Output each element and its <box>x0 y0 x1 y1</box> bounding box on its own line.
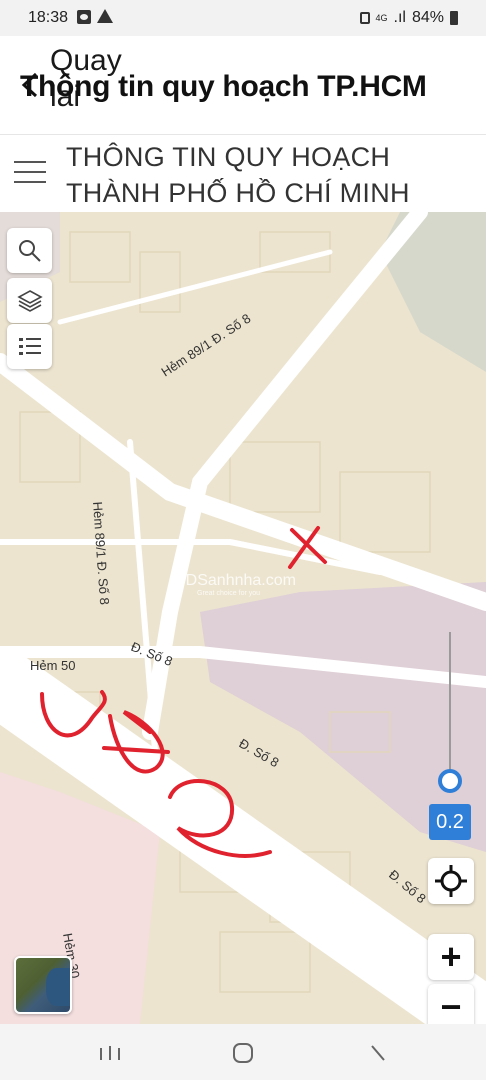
opacity-slider-track[interactable] <box>449 632 451 774</box>
search-button[interactable] <box>7 228 52 273</box>
signal-icon: .ıl <box>393 9 406 26</box>
lock-icon <box>359 12 370 24</box>
battery-icon <box>450 11 458 25</box>
locate-button[interactable] <box>428 858 474 904</box>
system-nav-bar <box>0 1024 486 1080</box>
home-icon[interactable] <box>229 1042 257 1064</box>
page-title: Thông tin quy hoạch TP.HCM <box>20 70 427 103</box>
clock: 18:38 <box>28 9 69 26</box>
zoom-in-button[interactable]: + <box>428 934 474 980</box>
opacity-value: 0.2 <box>429 804 471 840</box>
zoom-out-button[interactable]: − <box>428 984 474 1024</box>
watermark-text: BDSanhnha.com <box>175 572 296 589</box>
minus-icon: − <box>440 986 462 1025</box>
search-icon <box>18 239 41 262</box>
site-title: THÔNG TIN QUY HOẠCH THÀNH PHỐ HỒ CHÍ MIN… <box>66 139 410 211</box>
network-type: 4G <box>375 12 388 23</box>
sub-header: THÔNG TIN QUY HOẠCH THÀNH PHỐ HỒ CHÍ MIN… <box>0 134 486 213</box>
battery-percent: 84% <box>411 9 444 26</box>
crosshair-icon <box>435 865 467 897</box>
back-nav-icon[interactable] <box>364 1042 392 1064</box>
plus-icon: + <box>440 936 462 977</box>
map-view[interactable]: Hẻm 89/1 Đ. Số 8 Hẻm 89/1 Đ. Số 8 Hẻm 50… <box>0 212 486 1024</box>
app-header: Quay lai Thông tin quy hoạch TP.HCM <box>0 36 486 134</box>
status-bar: 18:38 4G .ıl 84% <box>0 0 486 36</box>
status-right: 4G .ıl 84% <box>359 9 458 27</box>
site-title-line1: THÔNG TIN QUY HOẠCH <box>66 142 391 172</box>
list-icon <box>18 337 41 355</box>
watermark-subtext: Great choice for you <box>197 590 261 597</box>
layers-button[interactable] <box>7 278 52 323</box>
map-canvas[interactable]: Hẻm 89/1 Đ. Số 8 Hẻm 89/1 Đ. Số 8 Hẻm 50… <box>0 212 486 1024</box>
recent-apps-icon[interactable] <box>96 1042 124 1064</box>
menu-icon[interactable] <box>14 161 46 185</box>
site-title-line2: THÀNH PHỐ HỒ CHÍ MINH <box>66 178 410 208</box>
photo-icon <box>77 10 91 24</box>
legend-button[interactable] <box>7 324 52 369</box>
warning-icon <box>97 9 113 23</box>
street-label-hem-50: Hẻm 50 <box>30 658 76 673</box>
layers-icon <box>16 289 43 312</box>
opacity-slider-handle[interactable] <box>438 769 462 793</box>
watermark: BDSanhnha.com Great choice for you <box>175 572 296 597</box>
basemap-switcher[interactable] <box>14 956 72 1014</box>
